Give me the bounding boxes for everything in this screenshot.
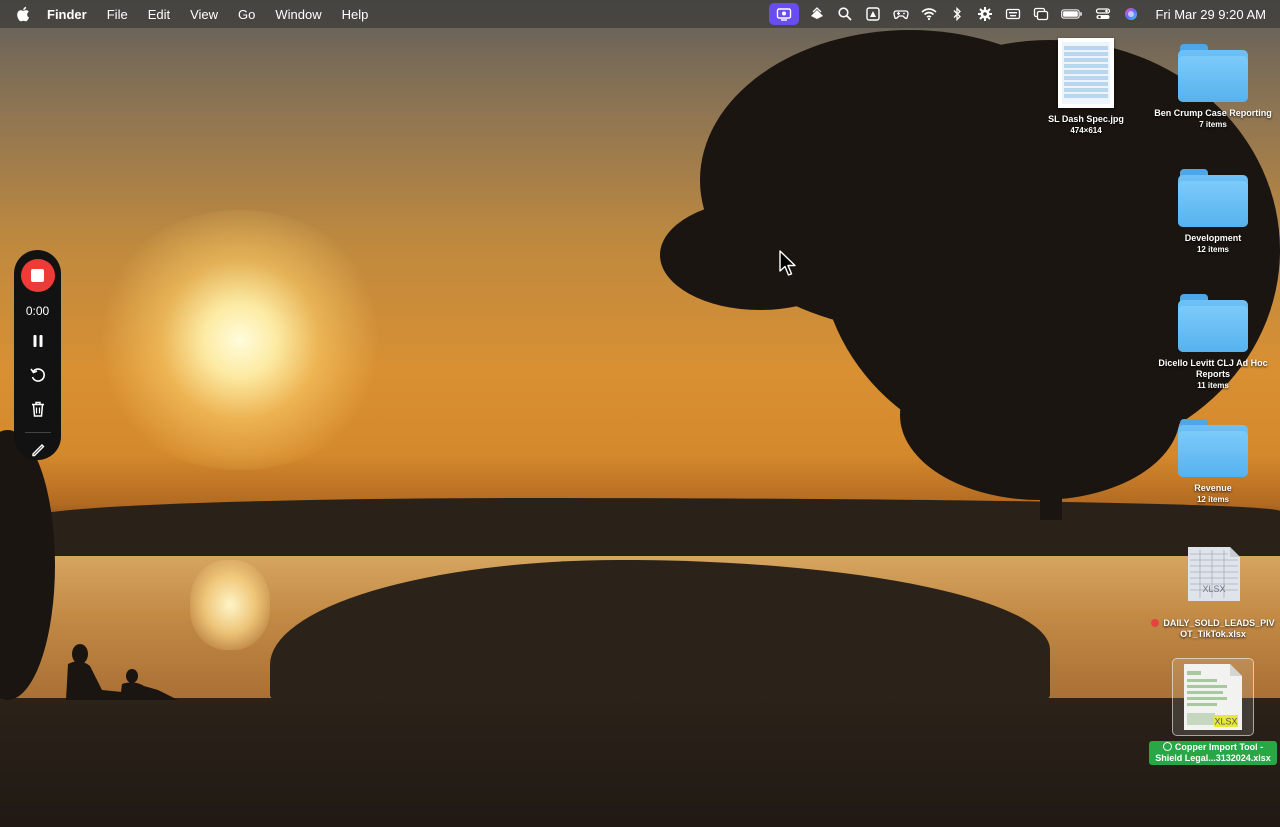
desktop-item-name: Copper Import Tool - Shield Legal...3132…	[1155, 742, 1271, 763]
pause-button[interactable]	[27, 331, 49, 352]
desktop-item-name: DAILY_SOLD_LEADS_PIVOT_TikTok.xlsx	[1163, 618, 1275, 639]
menu-view[interactable]: View	[190, 7, 218, 22]
desktop-item-sub: 12 items	[1196, 495, 1230, 504]
status-area: Fri Mar 29 9:20 AM	[769, 0, 1280, 28]
spreadsheet-file-icon: XLSX	[1178, 663, 1248, 731]
apple-menu-icon[interactable]	[16, 6, 30, 22]
screen-mirror-icon[interactable]	[1027, 0, 1055, 28]
xlsx-badge-text: XLSX	[1202, 584, 1225, 594]
menu-window[interactable]: Window	[275, 7, 321, 22]
pause-icon	[33, 335, 42, 348]
sun-reflection	[190, 560, 270, 650]
menu-file[interactable]: File	[107, 7, 128, 22]
spreadsheet-file-icon: XLSX	[1180, 546, 1246, 602]
battery-icon	[1055, 0, 1089, 28]
folder-icon	[1178, 44, 1248, 102]
trash-icon	[31, 402, 44, 418]
people-silhouette	[66, 644, 178, 700]
wifi-icon[interactable]	[915, 0, 943, 28]
desktop-item-revenue[interactable]: Revenue 12 items	[1149, 419, 1277, 505]
desktop-item-ben-crump[interactable]: Ben Crump Case Reporting 7 items	[1149, 44, 1277, 130]
restart-icon	[29, 368, 45, 383]
selection-highlight: XLSX	[1172, 658, 1254, 736]
restart-button[interactable]	[27, 365, 49, 386]
draw-button[interactable]	[27, 439, 49, 460]
menu-go[interactable]: Go	[238, 7, 255, 22]
mouse-pointer-icon	[779, 250, 796, 276]
recorder-divider	[24, 431, 51, 433]
siri-icon[interactable]	[1117, 0, 1145, 28]
menu-edit[interactable]: Edit	[148, 7, 170, 22]
stop-recording-button[interactable]	[20, 259, 55, 292]
desktop-item-dicello-levitt[interactable]: Dicello Levitt CLJ Ad Hoc Reports 11 ite…	[1149, 294, 1277, 391]
desktop-item-sub: 7 items	[1199, 120, 1227, 129]
desktop-item-copper-import[interactable]: XLSX Copper Import Tool - Shield Legal..…	[1149, 658, 1277, 765]
gamepad-icon[interactable]	[887, 0, 915, 28]
desktop-item-sub: 11 items	[1197, 381, 1229, 390]
search-icon[interactable]	[831, 0, 859, 28]
desktop-item-label: DAILY_SOLD_LEADS_PIVOT_TikTok.xlsx	[1151, 618, 1275, 640]
bluetooth-icon[interactable]	[943, 0, 971, 28]
screen-recorder-panel: 0:00	[14, 250, 61, 460]
desktop-item-sl-dash-spec[interactable]: SL Dash Spec.jpg 474×614	[1022, 38, 1150, 136]
folder-icon	[1178, 169, 1248, 227]
desktop-item-label: Dicello Levitt CLJ Ad Hoc Reports	[1158, 358, 1268, 379]
desktop-item-label: SL Dash Spec.jpg	[1048, 114, 1124, 124]
menu-app-finder[interactable]: Finder	[47, 7, 87, 22]
folder-icon	[1178, 419, 1248, 477]
folder-icon	[1178, 294, 1248, 352]
menu-bar: Finder File Edit View Go Window Help Fri…	[0, 0, 1280, 28]
recording-timer: 0:00	[25, 303, 50, 318]
sync-status-icon	[1162, 742, 1172, 751]
keyboard-icon[interactable]	[999, 0, 1027, 28]
desktop-item-label: Revenue	[1194, 483, 1232, 493]
menu-clock[interactable]: Fri Mar 29 9:20 AM	[1155, 7, 1266, 22]
desktop-item-daily-sold-leads[interactable]: XLSX DAILY_SOLD_LEADS_PIVOT_TikTok.xlsx	[1149, 546, 1277, 640]
red-tag-icon	[1151, 619, 1160, 627]
desktop-item-label: Development	[1184, 233, 1242, 243]
menu-help[interactable]: Help	[342, 7, 369, 22]
sidebar-app-icon[interactable]	[803, 0, 831, 28]
desktop-item-label: Ben Crump Case Reporting	[1154, 108, 1272, 118]
far-treeline	[30, 498, 1280, 564]
image-file-icon	[1058, 38, 1114, 108]
screen-record-icon[interactable]	[769, 3, 800, 25]
desktop-item-label-selected: Copper Import Tool - Shield Legal...3132…	[1149, 741, 1277, 765]
tree-trunk	[1040, 380, 1062, 520]
delete-button[interactable]	[27, 399, 49, 420]
stop-icon	[31, 268, 44, 282]
desktop-item-sub: 474×614	[1070, 126, 1102, 135]
gear-icon[interactable]	[971, 0, 999, 28]
pencil-icon	[31, 444, 44, 457]
shore	[0, 698, 1280, 827]
xlsx-badge-text: XLSX	[1214, 717, 1237, 727]
desktop-item-development[interactable]: Development 12 items	[1149, 169, 1277, 255]
sun	[90, 210, 390, 470]
control-center-icon[interactable]	[1089, 0, 1117, 28]
desktop-item-sub: 12 items	[1196, 245, 1230, 254]
drive-icon[interactable]	[859, 0, 887, 28]
tree-canopy	[660, 200, 860, 310]
